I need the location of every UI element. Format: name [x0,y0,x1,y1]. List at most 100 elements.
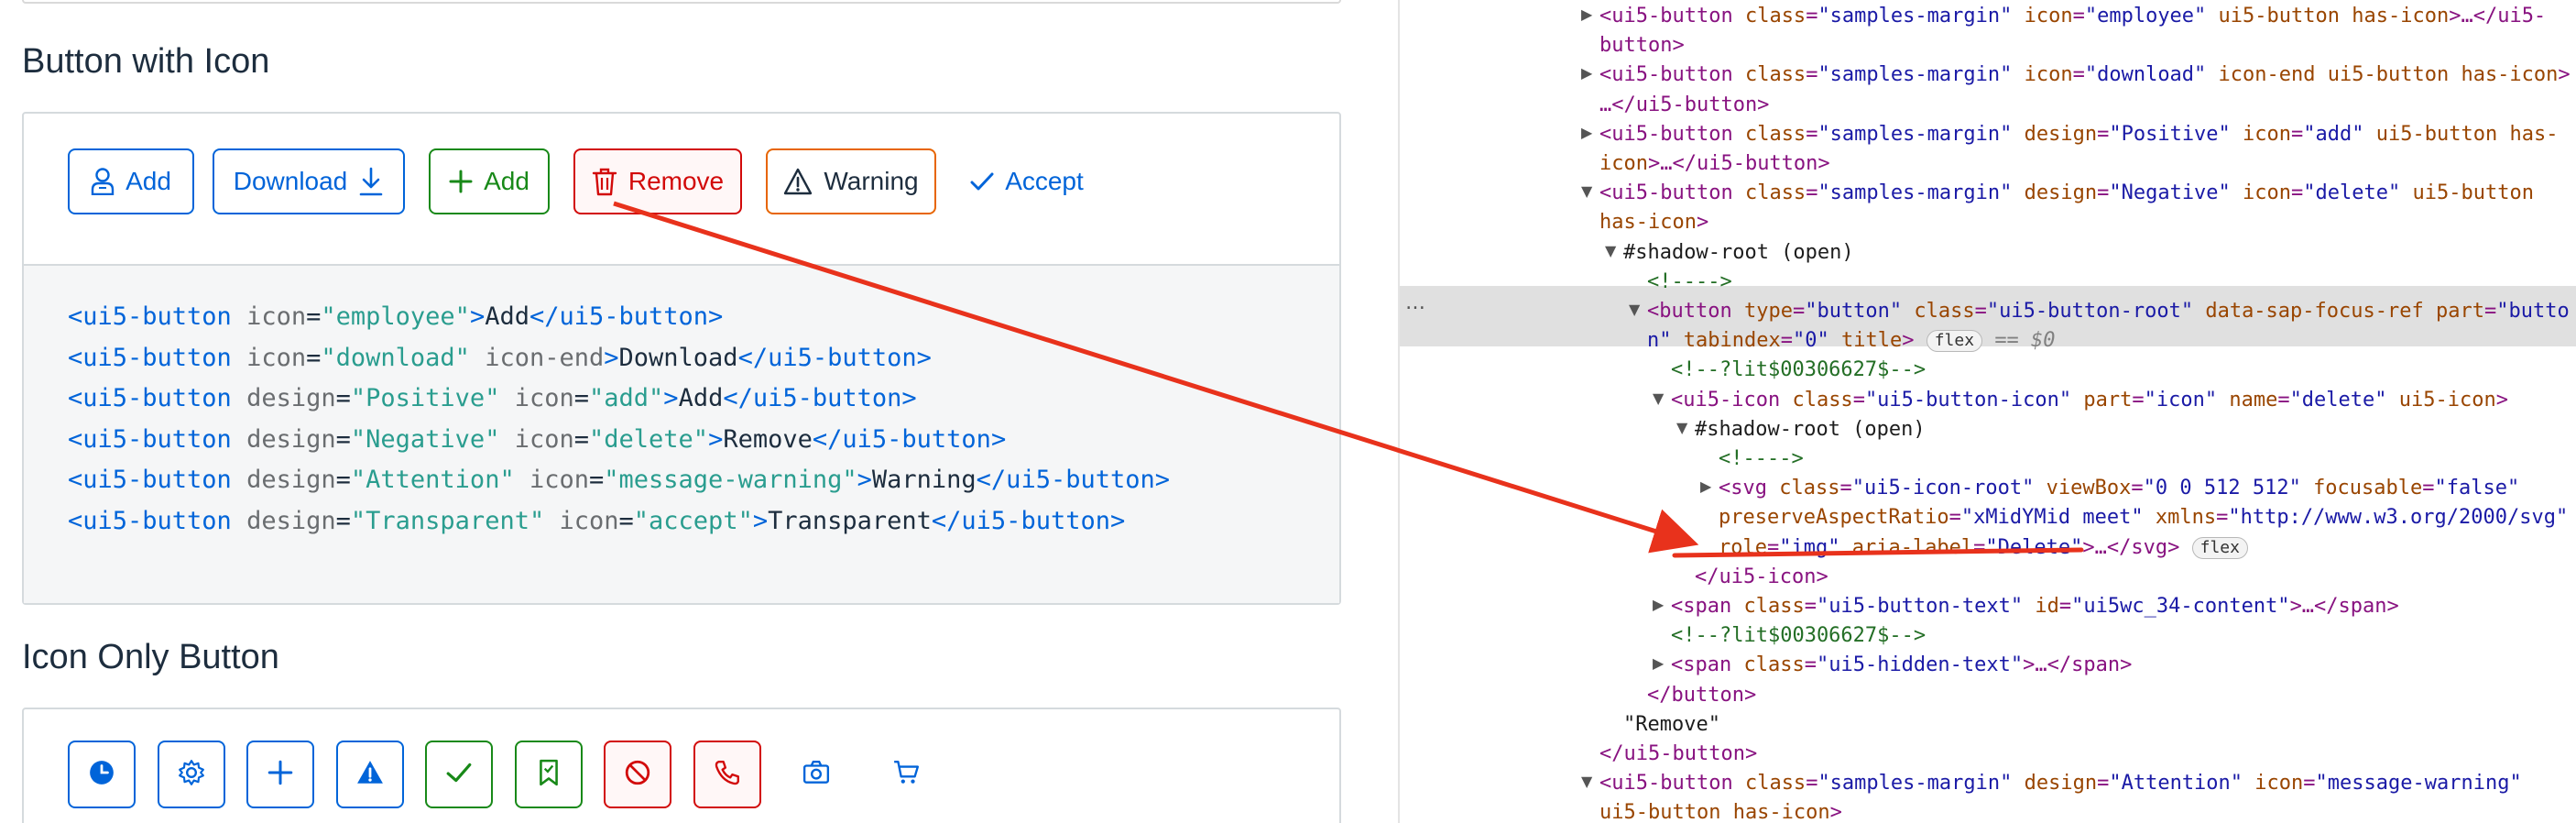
dom-node-line[interactable]: </ui5-icon> [1695,563,1828,592]
warning-icon-button[interactable] [335,741,404,808]
dom-token [1672,329,1684,352]
dom-token: "delete" [2289,388,2387,412]
dom-token: = [2216,506,2229,530]
add-icon-button[interactable] [246,741,314,808]
add-employee-button[interactable]: Add [68,148,194,214]
dom-node-line[interactable]: <ui5-button class="samples-margin" desig… [1599,120,2558,149]
dom-token: "Remove" [1623,712,1720,736]
dom-node-line[interactable]: n" tabindex="0" title> flex == $0 [1647,326,2056,356]
expand-triangle-icon[interactable]: ▶ [1581,124,1592,141]
dom-token: #shadow-root (open) [1623,240,1854,264]
bookmark-icon-button[interactable] [514,741,583,808]
dom-token: <ui5-button [1599,5,1745,27]
dom-token: "delete" [2303,181,2401,205]
dom-token: icon [2024,63,2073,87]
call-icon [714,759,741,791]
expand-triangle-icon[interactable]: ▶ [1653,654,1664,672]
decline-icon-button[interactable] [604,741,671,808]
dom-node-line[interactable]: <!--?lit$00306627$--> [1671,621,1926,651]
dom-token [2023,595,2035,618]
call-icon-button[interactable] [693,741,761,808]
code-attr-value: "Negative" [350,424,500,454]
code-tag-close: > [752,507,769,535]
collapse-triangle-icon[interactable]: ▼ [1629,301,1640,318]
code-attr-value: "employee" [321,302,470,331]
dom-token: = [2132,388,2145,412]
dom-node-line[interactable]: #shadow-root (open) [1623,238,1854,268]
more-actions-icon[interactable]: … [1405,291,1425,314]
dom-node-line[interactable]: …</ui5-button> [1599,91,1769,120]
dom-node-line[interactable]: <!----> [1719,444,1804,474]
dom-node-line[interactable]: <ui5-button class="samples-margin" desig… [1599,179,2534,208]
dom-token: <span [1671,595,1744,618]
dom-node-line[interactable]: ui5-button has-icon> [1599,798,1842,823]
dom-node-line[interactable]: </button> [1647,681,1756,710]
dom-token: design [2024,772,2098,796]
dom-node-line[interactable]: "Remove" [1623,710,1720,740]
cart-icon-button[interactable] [872,741,940,808]
dom-node-line[interactable]: <!--?lit$00306627$--> [1671,356,1926,385]
camera-icon-button[interactable] [782,741,850,808]
expand-triangle-icon[interactable]: ▶ [1700,477,1711,495]
dom-token: <ui5-button [1599,63,1745,87]
collapse-triangle-icon[interactable]: ▼ [1653,390,1664,407]
dom-node-line[interactable]: </ui5-button> [1599,740,1757,769]
collapse-triangle-icon[interactable]: ▼ [1605,242,1616,259]
expand-triangle-icon[interactable]: ▶ [1653,596,1664,613]
code-text: Warning [871,466,977,495]
previous-card-edge [22,0,1341,4]
button-label: Download [233,167,348,195]
collapse-triangle-icon[interactable]: ▼ [1581,773,1592,790]
dom-node-line[interactable]: preserveAspectRatio="xMidYMid meet" xmln… [1719,503,2568,532]
remove-button[interactable]: Remove [573,148,742,214]
dom-node-line[interactable]: <span class="ui5-button-text" id="ui5wc_… [1671,592,2399,621]
code-text: Remove [723,424,813,454]
accept-icon-button[interactable] [425,741,493,808]
dom-token [2217,389,2229,412]
dom-token [2012,181,2024,204]
flex-badge[interactable]: flex [1926,330,1983,353]
add-positive-button[interactable]: Add [429,148,550,214]
dom-token [2243,772,2254,795]
code-attr-name: icon [559,507,619,535]
dom-node-line[interactable]: <span class="ui5-hidden-text">…</span> [1671,651,2132,680]
dom-node-line[interactable]: <!----> [1647,268,1732,297]
history-icon-button[interactable] [68,741,136,808]
dom-node-line[interactable]: icon>…</ui5-button> [1599,149,1830,179]
flex-badge[interactable]: flex [2191,536,2248,559]
collapse-triangle-icon[interactable]: ▼ [1676,419,1687,436]
dom-node-line[interactable]: button> [1599,31,1685,60]
dom-node-line[interactable]: role="img" aria-label="Delete">…</svg> f… [1719,533,2248,563]
dom-node-line[interactable]: <ui5-button class="samples-margin" icon=… [1599,2,2546,31]
dom-node-line[interactable]: #shadow-root (open) [1695,415,1926,444]
dom-token: "ui5-button-icon" [1864,388,2072,412]
dom-node-line[interactable]: <svg class="ui5-icon-root" viewBox="0 0 … [1719,474,2519,503]
dom-node-line[interactable]: <button type="button" class="ui5-button-… [1647,297,2570,326]
dom-node-line[interactable]: <ui5-button class="samples-margin" icon=… [1599,60,2571,90]
dom-token [2206,5,2218,27]
dom-token: "message-warning" [2315,772,2522,796]
add-icon [449,170,473,193]
dom-token: = [1948,506,1961,530]
dom-token: >…</svg> [2082,535,2180,559]
dom-token: class [1744,5,1806,27]
dom-token: </ui5-icon> [1695,565,1828,588]
expand-triangle-icon[interactable]: ▶ [1581,64,1592,82]
download-button[interactable]: Download [213,148,405,214]
expand-triangle-icon[interactable]: ▶ [1581,5,1592,23]
code-text: Add [678,384,724,413]
dom-token: <ui5-icon [1671,388,1793,412]
dom-token: class [1744,63,1806,87]
accept-button[interactable]: Accept [958,148,1096,214]
warning-button[interactable]: Warning [766,148,936,214]
settings-icon-button[interactable] [157,741,225,808]
dom-token [2012,5,2024,27]
dom-token: class [1743,653,1805,677]
dom-node-line[interactable]: has-icon> [1599,208,1708,237]
button-label: Add [126,167,171,195]
dom-token: "Positive" [2109,122,2231,146]
dom-node-line[interactable]: <ui5-button class="samples-margin" desig… [1599,769,2522,798]
dom-token: "add" [2303,122,2364,146]
dom-node-line[interactable]: <ui5-icon class="ui5-button-icon" part="… [1671,386,2508,415]
collapse-triangle-icon[interactable]: ▼ [1581,182,1592,200]
